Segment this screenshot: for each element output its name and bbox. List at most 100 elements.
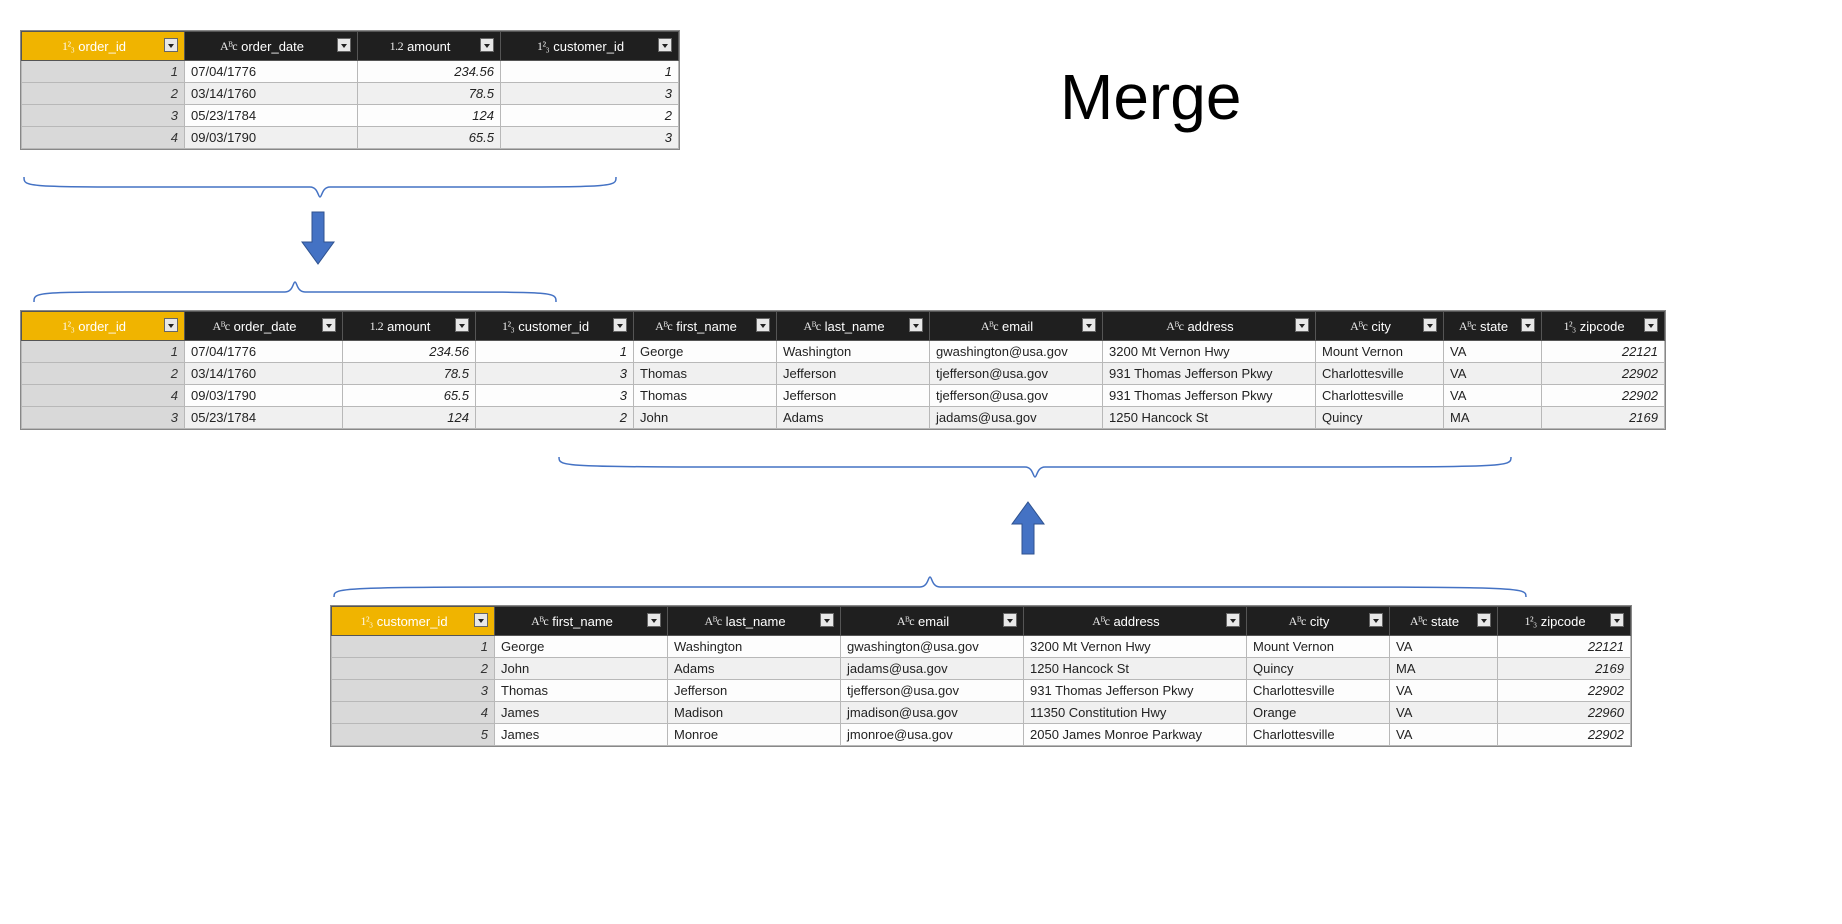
cell-address[interactable]: 11350 Constitution Hwy [1024,702,1247,724]
cell-customer_id[interactable]: 1 [332,636,495,658]
filter-dropdown-icon[interactable] [1003,613,1017,627]
table-row[interactable]: 107/04/1776234.561 [22,61,679,83]
column-header-email[interactable]: Aᴮcemail [930,312,1103,341]
filter-dropdown-icon[interactable] [337,38,351,52]
cell-customer_id[interactable]: 3 [476,363,634,385]
cell-amount[interactable]: 78.5 [343,363,476,385]
cell-order_date[interactable]: 09/03/1790 [185,385,343,407]
cell-order_id[interactable]: 3 [22,105,185,127]
cell-state[interactable]: MA [1390,658,1498,680]
cell-last_name[interactable]: Jefferson [777,385,930,407]
cell-customer_id[interactable]: 3 [501,83,679,105]
cell-first_name[interactable]: George [495,636,668,658]
filter-dropdown-icon[interactable] [480,38,494,52]
cell-customer_id[interactable]: 4 [332,702,495,724]
cell-email[interactable]: gwashington@usa.gov [841,636,1024,658]
column-header-city[interactable]: Aᴮccity [1316,312,1444,341]
table-row[interactable]: 2JohnAdamsjadams@usa.gov1250 Hancock StQ… [332,658,1631,680]
cell-order_id[interactable]: 2 [22,83,185,105]
table-row[interactable]: 107/04/1776234.561GeorgeWashingtongwashi… [22,341,1665,363]
cell-order_id[interactable]: 1 [22,61,185,83]
column-header-address[interactable]: Aᴮcaddress [1103,312,1316,341]
filter-dropdown-icon[interactable] [1521,318,1535,332]
cell-address[interactable]: 2050 James Monroe Parkway [1024,724,1247,746]
column-header-first_name[interactable]: Aᴮcfirst_name [495,607,668,636]
cell-customer_id[interactable]: 3 [501,127,679,149]
filter-dropdown-icon[interactable] [164,318,178,332]
column-header-state[interactable]: Aᴮcstate [1444,312,1542,341]
cell-city[interactable]: Charlottesville [1247,724,1390,746]
cell-zipcode[interactable]: 2169 [1542,407,1665,429]
column-header-amount[interactable]: 1.2amount [343,312,476,341]
cell-customer_id[interactable]: 2 [476,407,634,429]
cell-customer_id[interactable]: 1 [501,61,679,83]
cell-first_name[interactable]: James [495,702,668,724]
cell-state[interactable]: VA [1444,363,1542,385]
table-row[interactable]: 4JamesMadisonjmadison@usa.gov11350 Const… [332,702,1631,724]
cell-state[interactable]: VA [1390,680,1498,702]
cell-city[interactable]: Charlottesville [1316,363,1444,385]
cell-last_name[interactable]: Washington [668,636,841,658]
column-header-first_name[interactable]: Aᴮcfirst_name [634,312,777,341]
cell-customer_id[interactable]: 2 [332,658,495,680]
filter-dropdown-icon[interactable] [1477,613,1491,627]
cell-address[interactable]: 931 Thomas Jefferson Pkwy [1103,363,1316,385]
cell-zipcode[interactable]: 2169 [1498,658,1631,680]
cell-first_name[interactable]: Thomas [634,385,777,407]
column-header-last_name[interactable]: Aᴮclast_name [777,312,930,341]
cell-city[interactable]: Orange [1247,702,1390,724]
table-row[interactable]: 203/14/176078.53 [22,83,679,105]
cell-email[interactable]: tjefferson@usa.gov [930,385,1103,407]
cell-amount[interactable]: 78.5 [358,83,501,105]
column-header-zipcode[interactable]: 1²₃zipcode [1542,312,1665,341]
table-row[interactable]: 305/23/17841242 [22,105,679,127]
table-row[interactable]: 409/03/179065.53 [22,127,679,149]
cell-last_name[interactable]: Adams [668,658,841,680]
filter-dropdown-icon[interactable] [455,318,469,332]
cell-last_name[interactable]: Madison [668,702,841,724]
table-row[interactable]: 3ThomasJeffersontjefferson@usa.gov931 Th… [332,680,1631,702]
cell-customer_id[interactable]: 1 [476,341,634,363]
cell-customer_id[interactable]: 5 [332,724,495,746]
cell-state[interactable]: VA [1444,341,1542,363]
column-header-customer_id[interactable]: 1²₃customer_id [476,312,634,341]
cell-last_name[interactable]: Monroe [668,724,841,746]
cell-amount[interactable]: 234.56 [358,61,501,83]
cell-last_name[interactable]: Washington [777,341,930,363]
cell-last_name[interactable]: Adams [777,407,930,429]
cell-city[interactable]: Charlottesville [1316,385,1444,407]
cell-address[interactable]: 3200 Mt Vernon Hwy [1103,341,1316,363]
cell-order_date[interactable]: 05/23/1784 [185,407,343,429]
cell-customer_id[interactable]: 3 [332,680,495,702]
cell-zipcode[interactable]: 22121 [1498,636,1631,658]
filter-dropdown-icon[interactable] [647,613,661,627]
cell-amount[interactable]: 65.5 [358,127,501,149]
cell-first_name[interactable]: James [495,724,668,746]
cell-state[interactable]: MA [1444,407,1542,429]
cell-order_id[interactable]: 3 [22,407,185,429]
column-header-order_date[interactable]: Aᴮcorder_date [185,312,343,341]
cell-first_name[interactable]: Thomas [495,680,668,702]
cell-address[interactable]: 1250 Hancock St [1024,658,1247,680]
cell-first_name[interactable]: John [495,658,668,680]
column-header-order_id[interactable]: 1²₃order_id [22,32,185,61]
column-header-order_date[interactable]: Aᴮcorder_date [185,32,358,61]
cell-customer_id[interactable]: 2 [501,105,679,127]
cell-city[interactable]: Mount Vernon [1316,341,1444,363]
cell-email[interactable]: jmonroe@usa.gov [841,724,1024,746]
cell-order_date[interactable]: 07/04/1776 [185,61,358,83]
cell-zipcode[interactable]: 22960 [1498,702,1631,724]
column-header-email[interactable]: Aᴮcemail [841,607,1024,636]
cell-address[interactable]: 3200 Mt Vernon Hwy [1024,636,1247,658]
cell-email[interactable]: tjefferson@usa.gov [841,680,1024,702]
cell-order_date[interactable]: 05/23/1784 [185,105,358,127]
column-header-customer_id[interactable]: 1²₃customer_id [332,607,495,636]
filter-dropdown-icon[interactable] [658,38,672,52]
cell-state[interactable]: VA [1390,702,1498,724]
filter-dropdown-icon[interactable] [474,613,488,627]
cell-zipcode[interactable]: 22902 [1498,680,1631,702]
table-row[interactable]: 5JamesMonroejmonroe@usa.gov2050 James Mo… [332,724,1631,746]
cell-email[interactable]: jadams@usa.gov [930,407,1103,429]
column-header-last_name[interactable]: Aᴮclast_name [668,607,841,636]
cell-last_name[interactable]: Jefferson [668,680,841,702]
